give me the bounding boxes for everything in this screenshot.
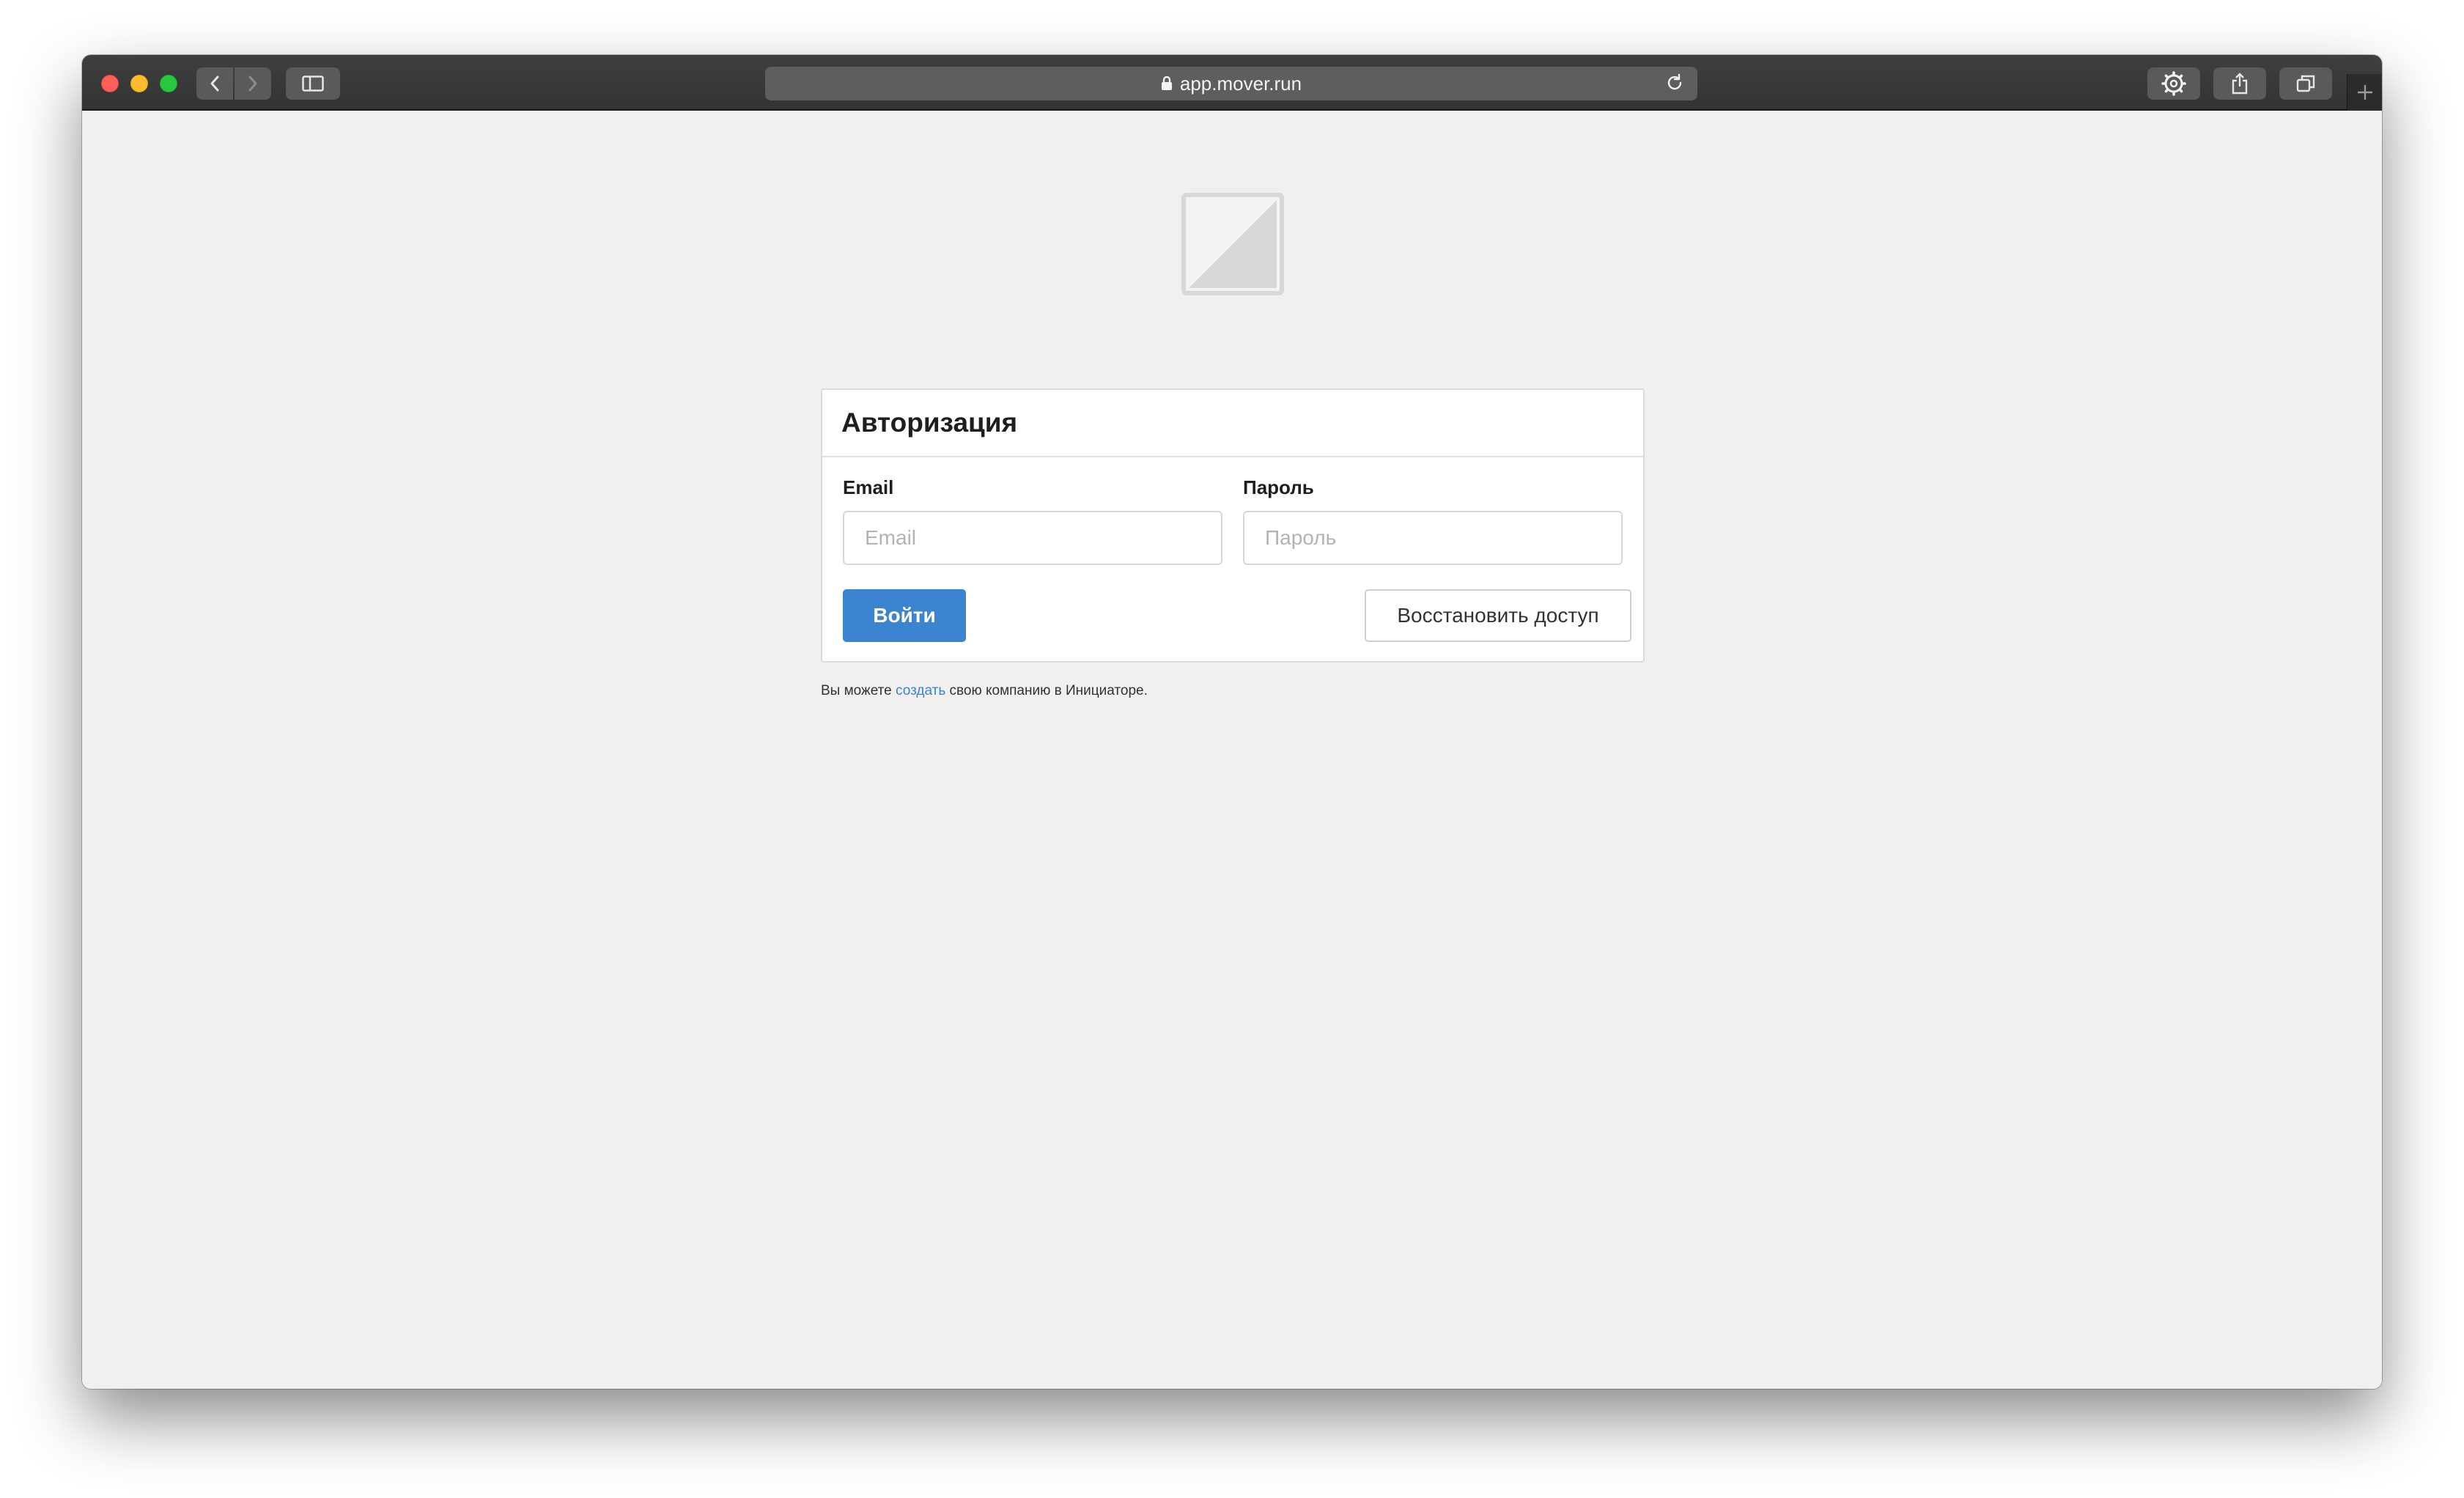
sidebar-icon xyxy=(302,75,324,92)
note-prefix: Вы можете xyxy=(821,683,896,698)
address-bar[interactable]: app.mover.run xyxy=(765,67,1697,100)
sidebar-toggle-button[interactable] xyxy=(286,67,340,100)
forward-button[interactable] xyxy=(235,67,271,100)
password-field[interactable] xyxy=(1243,511,1623,565)
login-card: Авторизация Email Пароль Войти Восстанов… xyxy=(821,388,1645,663)
email-label: Email xyxy=(843,476,894,498)
new-tab-button[interactable] xyxy=(2347,74,2382,111)
gear-icon xyxy=(2161,71,2186,96)
share-icon xyxy=(2232,73,2248,95)
close-window-button[interactable] xyxy=(101,75,119,92)
plus-icon xyxy=(2357,85,2372,100)
browser-toolbar: app.mover.run xyxy=(82,55,2382,111)
back-button[interactable] xyxy=(196,67,233,100)
password-label: Пароль xyxy=(1243,476,1314,498)
browser-window: app.mover.run Авторизация Email Email Па… xyxy=(82,55,2382,1389)
create-company-note: Вы можете создать свою компанию в Инициа… xyxy=(821,683,1148,699)
reload-icon[interactable] xyxy=(1665,73,1684,92)
page-content: Авторизация Email Пароль Войти Восстанов… xyxy=(82,112,2382,1389)
maximize-window-button[interactable] xyxy=(160,75,177,92)
card-header: Авторизация xyxy=(822,390,1643,457)
share-button[interactable] xyxy=(2213,67,2266,100)
lock-icon xyxy=(1161,76,1173,91)
email-field-group: Email xyxy=(843,476,1224,565)
page-title: Авторизация xyxy=(841,407,1018,438)
minimize-window-button[interactable] xyxy=(130,75,148,92)
address-url: app.mover.run xyxy=(1179,72,1302,95)
note-suffix: свою компанию в Инициаторе. xyxy=(945,683,1148,698)
password-field-group: Пароль xyxy=(1243,476,1624,565)
tabs-overview-icon xyxy=(2296,75,2315,92)
chevron-right-icon xyxy=(248,75,257,92)
restore-access-button[interactable]: Восстановить доступ xyxy=(1365,589,1631,642)
logo-placeholder-icon xyxy=(1181,193,1284,295)
create-company-link[interactable]: создать xyxy=(896,683,945,698)
extension-settings-button[interactable] xyxy=(2147,67,2200,100)
email-field[interactable] xyxy=(843,511,1222,565)
navigation-buttons xyxy=(196,67,271,100)
tab-overview-button[interactable] xyxy=(2279,67,2332,100)
chevron-left-icon xyxy=(210,75,219,92)
login-button[interactable]: Войти xyxy=(843,589,966,642)
